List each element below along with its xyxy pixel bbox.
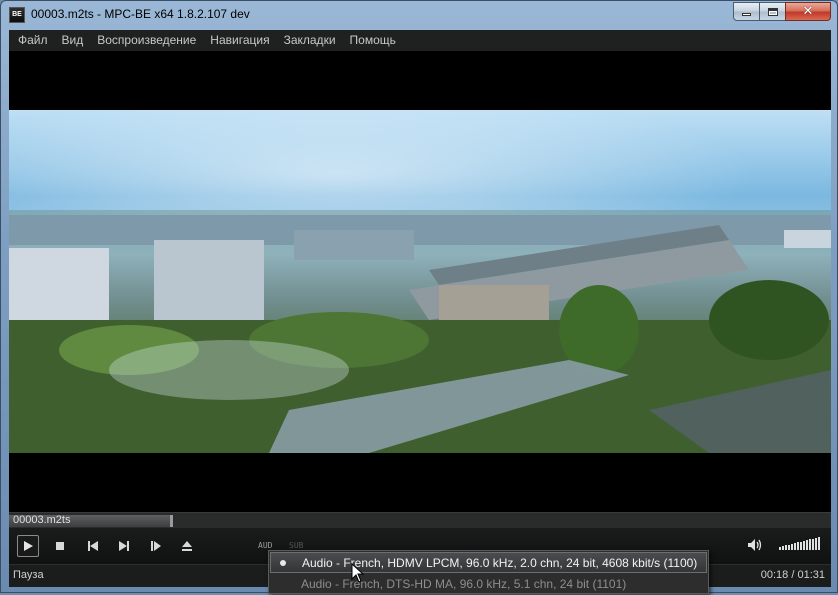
close-button[interactable]: ✕ <box>785 2 831 21</box>
frame-step-icon <box>151 541 161 551</box>
volume-bar <box>809 539 811 550</box>
volume-bar <box>815 538 817 550</box>
radio-bullet-icon <box>280 560 286 566</box>
volume-bar <box>800 542 802 550</box>
minimize-icon <box>742 13 751 16</box>
playback-status: Пауза <box>13 569 44 581</box>
audio-track-indicator[interactable]: AUD <box>258 541 272 550</box>
prev-icon <box>88 541 98 551</box>
volume-bar <box>818 537 820 550</box>
time-display: 00:18 / 01:31 <box>760 569 825 581</box>
volume-bar <box>794 543 796 550</box>
volume-bar <box>785 545 787 550</box>
menu-navigate[interactable]: Навигация <box>203 30 276 51</box>
next-icon <box>119 541 129 551</box>
next-button[interactable] <box>113 535 135 557</box>
volume-bar <box>791 544 793 550</box>
eject-button[interactable] <box>176 535 198 557</box>
volume-bar <box>779 547 781 550</box>
player-client-area: Файл Вид Воспроизведение Навигация Закла… <box>9 30 831 587</box>
frame-step-button[interactable] <box>145 535 167 557</box>
audio-track-menu: Audio - French, HDMV LPCM, 96.0 kHz, 2.0… <box>268 550 709 594</box>
video-frame <box>9 110 831 453</box>
subtitle-track-indicator[interactable]: SUB <box>289 541 303 550</box>
video-cityscape <box>9 210 831 453</box>
maximize-icon <box>767 7 778 16</box>
window-controls: ✕ <box>733 2 831 21</box>
seek-filename: 00003.m2ts <box>13 514 71 526</box>
volume-bar <box>788 545 790 550</box>
play-button[interactable] <box>17 535 39 557</box>
menu-view[interactable]: Вид <box>55 30 91 51</box>
maximize-button[interactable] <box>759 2 786 21</box>
window-title: 00003.m2ts - MPC-BE x64 1.8.2.107 dev <box>31 7 250 21</box>
audio-track-item-selected[interactable]: Audio - French, HDMV LPCM, 96.0 kHz, 2.0… <box>270 552 707 573</box>
volume-bar <box>803 541 805 550</box>
menu-bar: Файл Вид Воспроизведение Навигация Закла… <box>9 30 831 51</box>
volume-bar <box>797 542 799 550</box>
video-area[interactable] <box>9 51 831 512</box>
audio-track-item[interactable]: Audio - French, DTS-HD MA, 96.0 kHz, 5.1… <box>270 574 707 595</box>
eject-icon <box>182 541 192 551</box>
speaker-icon[interactable] <box>747 538 763 552</box>
stop-icon <box>56 542 64 550</box>
volume-slider[interactable] <box>779 535 823 551</box>
menu-favorites[interactable]: Закладки <box>277 30 343 51</box>
player-window: BE 00003.m2ts - MPC-BE x64 1.8.2.107 dev… <box>0 0 838 594</box>
stop-button[interactable] <box>49 535 71 557</box>
previous-button[interactable] <box>82 535 104 557</box>
close-icon: ✕ <box>802 4 814 19</box>
volume-bar <box>806 540 808 550</box>
volume-bar <box>782 546 784 550</box>
seek-bar[interactable]: 00003.m2ts <box>9 512 831 528</box>
minimize-button[interactable] <box>733 2 760 21</box>
volume-bar <box>812 539 814 550</box>
menu-play[interactable]: Воспроизведение <box>90 30 203 51</box>
menu-file[interactable]: Файл <box>11 30 55 51</box>
play-icon <box>24 541 33 551</box>
menu-help[interactable]: Помощь <box>343 30 403 51</box>
app-icon[interactable]: BE <box>9 7 25 23</box>
audio-track-label: Audio - French, DTS-HD MA, 96.0 kHz, 5.1… <box>301 577 627 591</box>
mouse-cursor-icon <box>351 563 365 583</box>
title-bar[interactable]: BE 00003.m2ts - MPC-BE x64 1.8.2.107 dev… <box>1 1 837 29</box>
